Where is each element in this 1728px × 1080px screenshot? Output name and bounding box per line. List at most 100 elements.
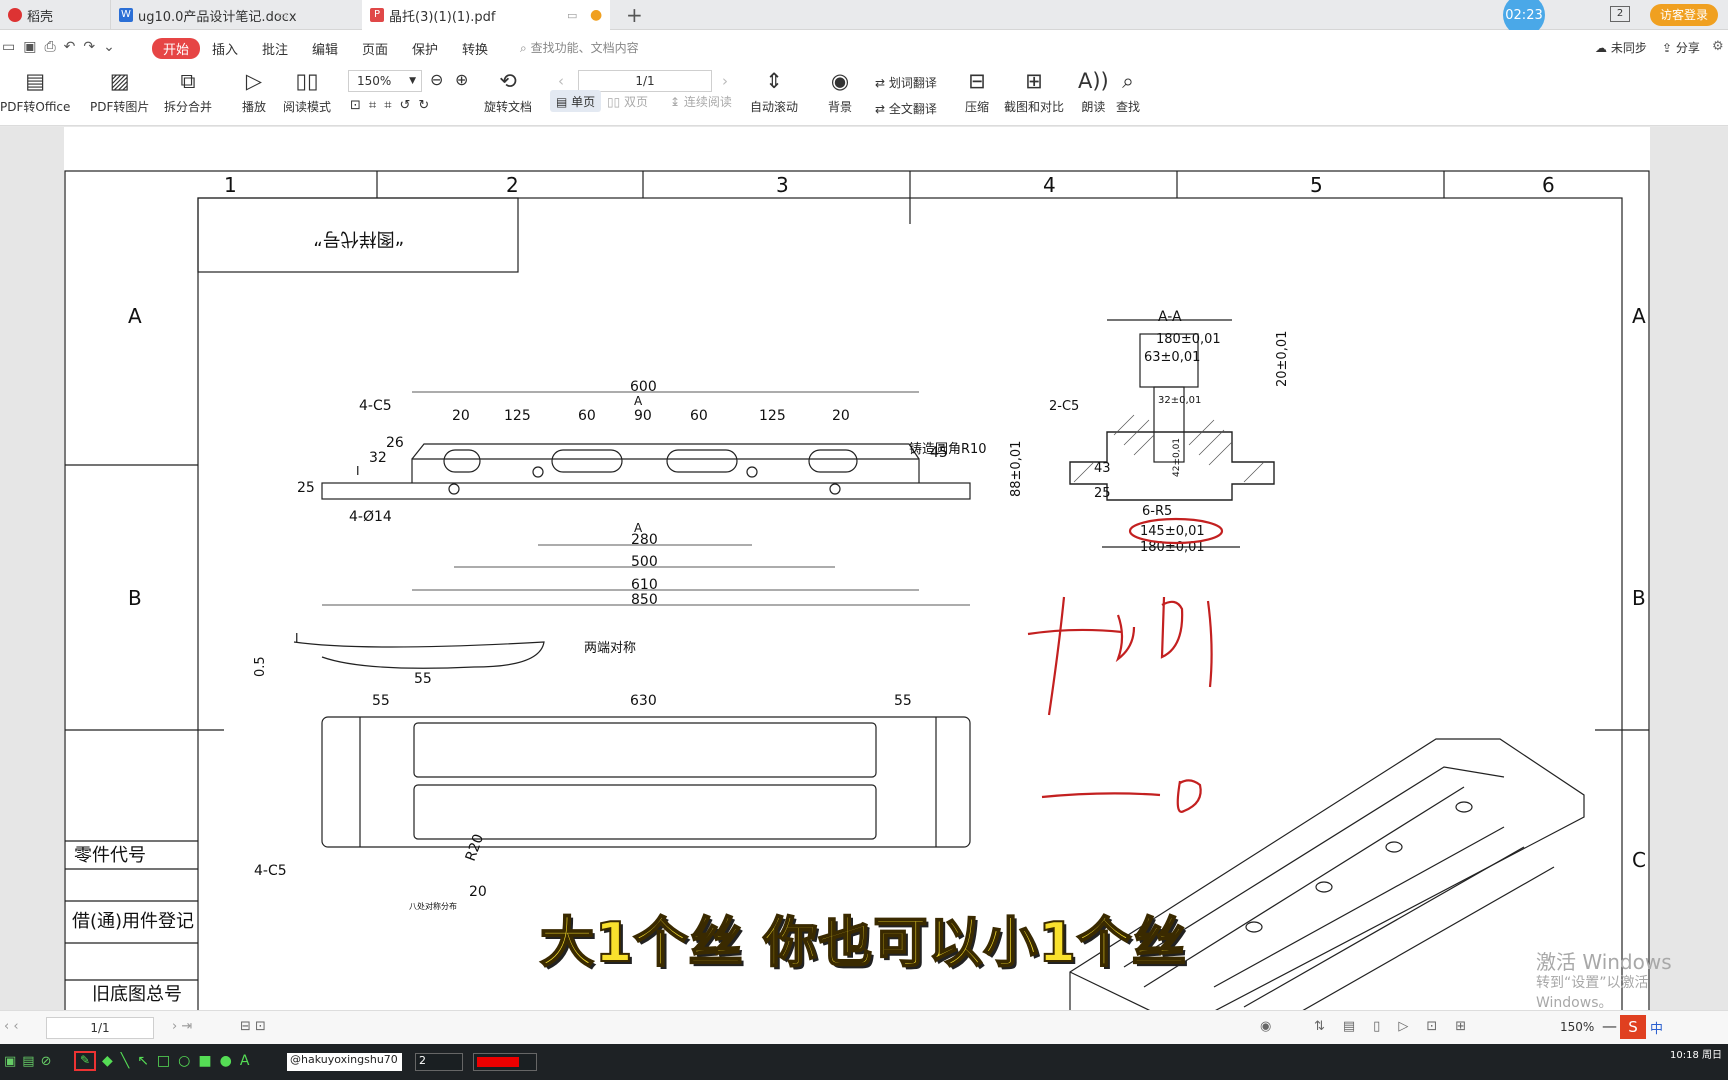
zoom-value: 150% (357, 74, 392, 88)
font-select[interactable]: @hakuyoxingshu70 (287, 1053, 402, 1071)
zoom-minus-icon[interactable]: — (1602, 1017, 1617, 1035)
zoom-select[interactable]: 150% ▼ (348, 70, 422, 92)
screenshot-compare-button[interactable]: ⊞ 截图和对比 (1004, 68, 1064, 115)
quick-access-icons[interactable]: ▭▣⎙↶↷⌄ (2, 39, 123, 55)
label: PDF转图片 (90, 100, 150, 114)
label: 双页 (624, 95, 649, 109)
label: 阅读模式 (283, 100, 332, 114)
dim: 145±0,01 (1140, 524, 1205, 539)
fit-icons[interactable]: ⊟ ⊡ (240, 1019, 266, 1034)
view-mode-icons[interactable]: ⇅▤▯▷⊡⊞ (1314, 1019, 1484, 1034)
dim: 500 (631, 554, 658, 570)
menu-protect[interactable]: 保护 (412, 39, 438, 58)
tab-daoke[interactable]: 稻壳 (0, 0, 110, 30)
rotate-doc-button[interactable]: ⟲ 旋转文档 (484, 68, 532, 115)
menu-convert[interactable]: 转换 (462, 39, 488, 58)
pdf-to-image-button[interactable]: ▨ PDF转图片 (90, 68, 149, 115)
label: 压缩 (965, 100, 990, 114)
tab-pdf[interactable]: P 晶托(3)(1)(1).pdf ▭ ● (362, 0, 610, 30)
color-select[interactable] (473, 1053, 537, 1071)
size-select[interactable]: 2 (415, 1053, 463, 1071)
status-page-input[interactable]: 1/1 (46, 1017, 154, 1039)
taskbar: ▣▤⊘ ✎ ◆╲↖□○■●A @hakuyoxingshu70 2 10:18 … (0, 1044, 1728, 1080)
scroll-icon: ⇕ (765, 69, 783, 93)
new-tab-icon[interactable]: + (618, 0, 643, 30)
double-page-button[interactable]: ▯▯ 双页 (607, 93, 648, 110)
play-button[interactable]: ▷ 播放 (242, 68, 266, 115)
menu-annotate[interactable]: 批注 (262, 39, 288, 58)
document-area[interactable]: 1 2 3 4 5 6 A B A B C “图样代号” A-A 600 4-C… (0, 127, 1728, 1010)
tab-word-doc[interactable]: W ug10.0产品设计笔记.docx ▭ (110, 0, 360, 30)
label: 全文翻译 (888, 102, 937, 116)
status-zoom[interactable]: 150% (1560, 1020, 1594, 1034)
sync-status[interactable]: ☁ 未同步 (1595, 39, 1647, 56)
dim: 0.5 (253, 656, 268, 677)
speaker-icon: A)) (1078, 69, 1109, 93)
label: 连续阅读 (683, 95, 732, 109)
dim: 180±0,01 (1156, 332, 1221, 347)
next-page-icon[interactable]: › (722, 72, 728, 90)
zoom-out-icon[interactable]: ⊖ (430, 70, 443, 89)
section-label: A-A (1158, 309, 1182, 325)
app-icons[interactable]: ▣▤⊘ (4, 1054, 57, 1069)
find-button[interactable]: ⌕ 查找 (1116, 68, 1140, 115)
pen-tool-icon[interactable]: ✎ (74, 1051, 96, 1071)
pdf-to-office-button[interactable]: ▤ PDF转Office (0, 68, 70, 115)
auto-scroll-button[interactable]: ⇕ 自动滚动 (750, 68, 798, 115)
dim: 4-Ø14 (349, 509, 392, 525)
draw-tool-icons[interactable]: ◆╲↖□○■●A (102, 1053, 257, 1069)
page-input[interactable]: 1/1 (578, 70, 712, 92)
search-box[interactable]: ⌕ 查找功能、文档内容 (520, 39, 639, 56)
continuous-read-button[interactable]: ↨ 连续阅读 (670, 93, 732, 110)
zoom-in-icon[interactable]: ⊕ (455, 70, 468, 89)
settings-icon[interactable]: ⚙ (1712, 39, 1724, 54)
first-prev-page-icons[interactable]: ‹ ‹ (4, 1019, 19, 1034)
monitor-icon[interactable]: ▭ (278, 9, 288, 22)
background-button[interactable]: ◉ 背景 (828, 68, 852, 115)
menu-edit[interactable]: 编辑 (312, 39, 338, 58)
side-table-cell: 零件代号 (74, 845, 146, 866)
dim: 43 (1094, 461, 1111, 476)
pdf-office-icon: ▤ (25, 69, 46, 93)
handwritten-annotation (1027, 517, 1224, 813)
window-count-badge[interactable]: 2 (1610, 6, 1630, 22)
dim: 20±0,01 (1275, 331, 1290, 387)
dim: 55 (894, 693, 912, 709)
col-label: 6 (1542, 173, 1555, 197)
row-label: B (128, 586, 142, 610)
compress-button[interactable]: ⊟ 压缩 (965, 68, 989, 115)
col-label: 4 (1043, 173, 1056, 197)
read-mode-button[interactable]: ▯▯ 阅读模式 (283, 68, 331, 115)
status-bar: ‹ ‹ 1/1 › ⇥ ⊟ ⊡ ◉ ⇅▤▯▷⊡⊞ 150% — S 中 (0, 1010, 1728, 1044)
read-aloud-button[interactable]: A)) 朗读 (1078, 68, 1109, 115)
word-icon: W (119, 8, 133, 22)
word-translate-button[interactable]: ⇄ 划词翻译 (875, 74, 937, 91)
guest-login-button[interactable]: 访客登录 (1650, 4, 1719, 26)
menu-page[interactable]: 页面 (362, 39, 388, 58)
row-label: A (1632, 304, 1646, 328)
rotate-icon: ⟲ (499, 69, 517, 93)
monitor-icon[interactable]: ▭ (567, 9, 577, 22)
search-icon: ⌕ (1122, 69, 1134, 93)
menu-insert[interactable]: 插入 (212, 39, 238, 58)
dim: 26 (386, 435, 404, 451)
eye-icon[interactable]: ◉ (1260, 1019, 1271, 1034)
prev-page-icon[interactable]: ‹ (558, 72, 564, 90)
ime-logo-icon[interactable]: S (1620, 1015, 1646, 1039)
dim: 4-C5 (359, 398, 392, 414)
col-label: 2 (506, 173, 519, 197)
split-merge-button[interactable]: ⧉ 拆分合并 (164, 68, 212, 115)
dim: 25 (297, 480, 315, 496)
full-translate-button[interactable]: ⇄ 全文翻译 (875, 100, 937, 117)
ime-mode[interactable]: 中 (1650, 1018, 1663, 1037)
view-tool-icons[interactable]: ⊡⌗⌗↺↻ (350, 98, 437, 113)
share-button[interactable]: ⇪ 分享 (1662, 39, 1700, 56)
next-last-page-icons[interactable]: › ⇥ (172, 1019, 192, 1034)
dim: 90 (634, 408, 652, 424)
single-page-button[interactable]: ▤ 单页 (550, 90, 602, 112)
dim-note: 八处对称分布 (409, 901, 457, 911)
label: PDF转Office (0, 100, 71, 114)
menu-start[interactable]: 开始 (152, 38, 201, 59)
dim: 2-C5 (1049, 399, 1079, 414)
dim: 20 (452, 408, 470, 424)
